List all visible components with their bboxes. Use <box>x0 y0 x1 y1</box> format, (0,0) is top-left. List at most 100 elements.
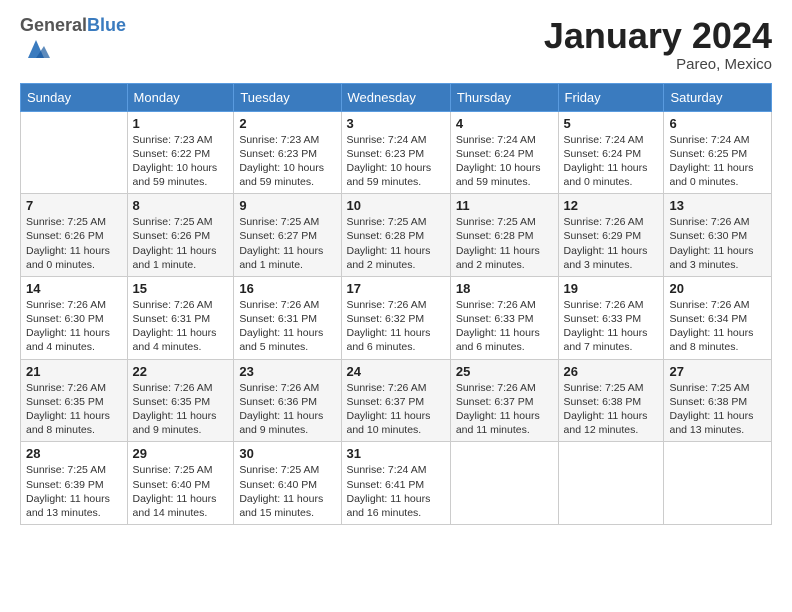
calendar-day-cell: 26 Sunrise: 7:25 AM Sunset: 6:38 PM Dayli… <box>558 359 664 442</box>
day-info: Sunrise: 7:25 AM Sunset: 6:28 PM Dayligh… <box>456 215 553 272</box>
day-number: 26 <box>564 364 659 379</box>
day-number: 8 <box>133 198 229 213</box>
day-info: Sunrise: 7:26 AM Sunset: 6:30 PM Dayligh… <box>26 298 122 355</box>
weekday-header-cell: Thursday <box>450 83 558 111</box>
calendar-day-cell: 7Sunrise: 7:25 AM Sunset: 6:26 PM Daylig… <box>21 194 128 277</box>
day-number: 5 <box>564 116 659 131</box>
day-number: 10 <box>347 198 445 213</box>
day-number: 3 <box>347 116 445 131</box>
logo-icon <box>22 36 50 64</box>
calendar-day-cell: 5 Sunrise: 7:24 AM Sunset: 6:24 PM Daylig… <box>558 111 664 194</box>
page: GeneralBlue January 2024 Pareo, Mexico S… <box>0 0 792 612</box>
calendar-body: 1 Sunrise: 7:23 AM Sunset: 6:22 PM Daylig… <box>21 111 772 524</box>
day-info: Sunrise: 7:25 AM Sunset: 6:39 PM Dayligh… <box>26 463 122 520</box>
day-number: 18 <box>456 281 553 296</box>
logo-text: GeneralBlue <box>20 16 126 36</box>
day-info: Sunrise: 7:26 AM Sunset: 6:29 PM Dayligh… <box>564 215 659 272</box>
weekday-header-cell: Saturday <box>664 83 772 111</box>
day-number: 30 <box>239 446 335 461</box>
day-info: Sunrise: 7:26 AM Sunset: 6:33 PM Dayligh… <box>456 298 553 355</box>
calendar-week-row: 21 Sunrise: 7:26 AM Sunset: 6:35 PM Dayli… <box>21 359 772 442</box>
weekday-header-cell: Friday <box>558 83 664 111</box>
calendar-day-cell: 18 Sunrise: 7:26 AM Sunset: 6:33 PM Dayli… <box>450 276 558 359</box>
day-info: Sunrise: 7:25 AM Sunset: 6:38 PM Dayligh… <box>564 381 659 438</box>
day-number: 29 <box>133 446 229 461</box>
calendar-day-cell: 10 Sunrise: 7:25 AM Sunset: 6:28 PM Dayli… <box>341 194 450 277</box>
logo-blue: Blue <box>87 15 126 35</box>
day-number: 25 <box>456 364 553 379</box>
day-number: 1 <box>133 116 229 131</box>
calendar-day-cell: 19Sunrise: 7:26 AM Sunset: 6:33 PM Dayli… <box>558 276 664 359</box>
day-info: Sunrise: 7:24 AM Sunset: 6:24 PM Dayligh… <box>564 133 659 190</box>
calendar-week-row: 28 Sunrise: 7:25 AM Sunset: 6:39 PM Dayli… <box>21 442 772 525</box>
day-number: 2 <box>239 116 335 131</box>
day-info: Sunrise: 7:25 AM Sunset: 6:26 PM Dayligh… <box>133 215 229 272</box>
logo-general: General <box>20 15 87 35</box>
day-info: Sunrise: 7:25 AM Sunset: 6:26 PM Dayligh… <box>26 215 122 272</box>
day-info: Sunrise: 7:26 AM Sunset: 6:37 PM Dayligh… <box>347 381 445 438</box>
location: Pareo, Mexico <box>544 56 772 73</box>
calendar-day-cell: 3Sunrise: 7:24 AM Sunset: 6:23 PM Daylig… <box>341 111 450 194</box>
day-info: Sunrise: 7:25 AM Sunset: 6:28 PM Dayligh… <box>347 215 445 272</box>
calendar-day-cell <box>21 111 128 194</box>
day-info: Sunrise: 7:26 AM Sunset: 6:35 PM Dayligh… <box>26 381 122 438</box>
day-number: 23 <box>239 364 335 379</box>
logo: GeneralBlue <box>20 16 126 69</box>
calendar-day-cell <box>558 442 664 525</box>
day-info: Sunrise: 7:25 AM Sunset: 6:38 PM Dayligh… <box>669 381 766 438</box>
title-block: January 2024 Pareo, Mexico <box>544 16 772 73</box>
calendar-day-cell: 13 Sunrise: 7:26 AM Sunset: 6:30 PM Dayli… <box>664 194 772 277</box>
day-number: 31 <box>347 446 445 461</box>
calendar-day-cell: 1 Sunrise: 7:23 AM Sunset: 6:22 PM Daylig… <box>127 111 234 194</box>
day-number: 28 <box>26 446 122 461</box>
calendar-day-cell: 12Sunrise: 7:26 AM Sunset: 6:29 PM Dayli… <box>558 194 664 277</box>
day-number: 13 <box>669 198 766 213</box>
calendar-day-cell: 15Sunrise: 7:26 AM Sunset: 6:31 PM Dayli… <box>127 276 234 359</box>
day-info: Sunrise: 7:26 AM Sunset: 6:36 PM Dayligh… <box>239 381 335 438</box>
day-info: Sunrise: 7:26 AM Sunset: 6:31 PM Dayligh… <box>133 298 229 355</box>
day-info: Sunrise: 7:25 AM Sunset: 6:40 PM Dayligh… <box>239 463 335 520</box>
calendar-day-cell: 9Sunrise: 7:25 AM Sunset: 6:27 PM Daylig… <box>234 194 341 277</box>
weekday-header-cell: Sunday <box>21 83 128 111</box>
day-number: 21 <box>26 364 122 379</box>
calendar-day-cell: 21 Sunrise: 7:26 AM Sunset: 6:35 PM Dayli… <box>21 359 128 442</box>
calendar-day-cell: 20Sunrise: 7:26 AM Sunset: 6:34 PM Dayli… <box>664 276 772 359</box>
day-info: Sunrise: 7:23 AM Sunset: 6:23 PM Dayligh… <box>239 133 335 190</box>
calendar-day-cell: 8 Sunrise: 7:25 AM Sunset: 6:26 PM Daylig… <box>127 194 234 277</box>
day-number: 4 <box>456 116 553 131</box>
day-number: 16 <box>239 281 335 296</box>
day-info: Sunrise: 7:26 AM Sunset: 6:32 PM Dayligh… <box>347 298 445 355</box>
day-info: Sunrise: 7:24 AM Sunset: 6:41 PM Dayligh… <box>347 463 445 520</box>
calendar-day-cell: 17Sunrise: 7:26 AM Sunset: 6:32 PM Dayli… <box>341 276 450 359</box>
calendar-day-cell: 29Sunrise: 7:25 AM Sunset: 6:40 PM Dayli… <box>127 442 234 525</box>
day-info: Sunrise: 7:24 AM Sunset: 6:24 PM Dayligh… <box>456 133 553 190</box>
day-info: Sunrise: 7:23 AM Sunset: 6:22 PM Dayligh… <box>133 133 229 190</box>
day-info: Sunrise: 7:26 AM Sunset: 6:35 PM Dayligh… <box>133 381 229 438</box>
header: GeneralBlue January 2024 Pareo, Mexico <box>20 16 772 73</box>
calendar-day-cell <box>664 442 772 525</box>
calendar-week-row: 1 Sunrise: 7:23 AM Sunset: 6:22 PM Daylig… <box>21 111 772 194</box>
day-number: 19 <box>564 281 659 296</box>
calendar-day-cell: 23 Sunrise: 7:26 AM Sunset: 6:36 PM Dayli… <box>234 359 341 442</box>
day-info: Sunrise: 7:24 AM Sunset: 6:25 PM Dayligh… <box>669 133 766 190</box>
day-info: Sunrise: 7:26 AM Sunset: 6:30 PM Dayligh… <box>669 215 766 272</box>
calendar-day-cell <box>450 442 558 525</box>
day-number: 20 <box>669 281 766 296</box>
calendar-day-cell: 4 Sunrise: 7:24 AM Sunset: 6:24 PM Daylig… <box>450 111 558 194</box>
calendar-day-cell: 16 Sunrise: 7:26 AM Sunset: 6:31 PM Dayli… <box>234 276 341 359</box>
calendar-day-cell: 11 Sunrise: 7:25 AM Sunset: 6:28 PM Dayli… <box>450 194 558 277</box>
month-year: January 2024 <box>544 16 772 56</box>
day-info: Sunrise: 7:26 AM Sunset: 6:31 PM Dayligh… <box>239 298 335 355</box>
weekday-header-cell: Wednesday <box>341 83 450 111</box>
day-number: 27 <box>669 364 766 379</box>
calendar-week-row: 7Sunrise: 7:25 AM Sunset: 6:26 PM Daylig… <box>21 194 772 277</box>
day-number: 6 <box>669 116 766 131</box>
day-info: Sunrise: 7:25 AM Sunset: 6:27 PM Dayligh… <box>239 215 335 272</box>
calendar-day-cell: 28 Sunrise: 7:25 AM Sunset: 6:39 PM Dayli… <box>21 442 128 525</box>
day-number: 14 <box>26 281 122 296</box>
weekday-header-row: SundayMondayTuesdayWednesdayThursdayFrid… <box>21 83 772 111</box>
weekday-header-cell: Monday <box>127 83 234 111</box>
calendar-day-cell: 14 Sunrise: 7:26 AM Sunset: 6:30 PM Dayli… <box>21 276 128 359</box>
day-number: 11 <box>456 198 553 213</box>
day-number: 22 <box>133 364 229 379</box>
